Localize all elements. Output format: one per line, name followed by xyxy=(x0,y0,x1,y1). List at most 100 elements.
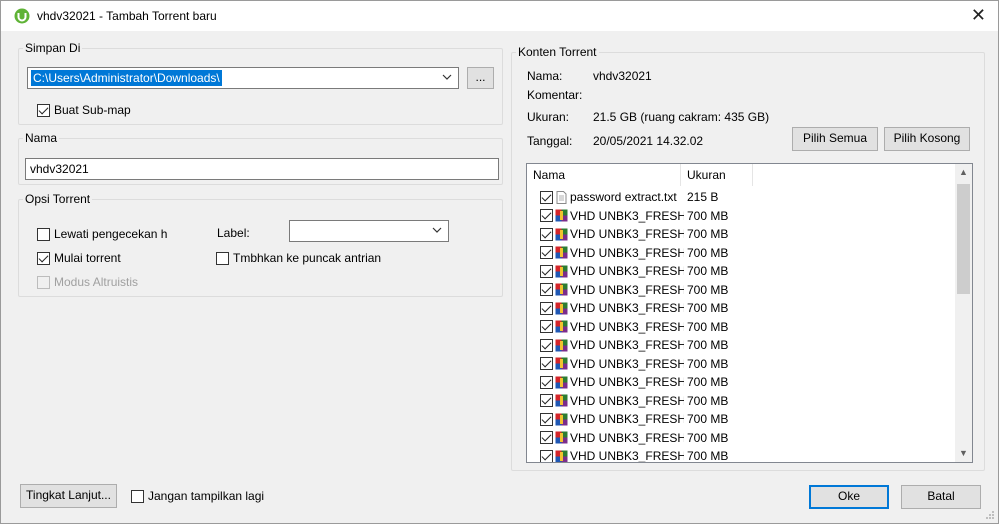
skip-hash-label: Lewati pengecekan h xyxy=(54,227,168,241)
scroll-up-icon[interactable]: ▲ xyxy=(955,164,972,181)
file-name: VHD UNBK3_FRESH.... xyxy=(570,208,684,223)
select-none-button[interactable]: Pilih Kosong xyxy=(884,127,970,151)
file-checkbox[interactable] xyxy=(540,301,553,315)
chevron-down-icon[interactable] xyxy=(442,72,452,82)
archive-file-icon xyxy=(555,394,568,407)
file-size: 700 MB xyxy=(687,449,729,463)
text-file-icon xyxy=(556,190,567,204)
top-queue-checkbox[interactable] xyxy=(216,251,229,265)
archive-file-icon xyxy=(555,357,568,370)
ok-button[interactable]: Oke xyxy=(809,485,889,509)
date-label: Tanggal: xyxy=(527,134,573,148)
title-bar: vhdv32021 - Tambah Torrent baru ✕ xyxy=(1,1,998,31)
column-header-name[interactable]: Nama xyxy=(527,164,681,186)
utorrent-logo-icon xyxy=(14,8,30,24)
cancel-button[interactable]: Batal xyxy=(901,485,981,509)
file-checkbox[interactable] xyxy=(540,227,553,241)
close-icon[interactable]: ✕ xyxy=(971,5,986,25)
file-checkbox[interactable] xyxy=(540,283,553,297)
file-checkbox[interactable] xyxy=(540,431,553,445)
dont-show-checkbox[interactable] xyxy=(131,489,144,503)
file-name: VHD UNBK3_FRESH.... xyxy=(570,319,684,334)
file-name: VHD UNBK3_FRESH.... xyxy=(570,393,684,408)
file-size: 700 MB xyxy=(687,245,729,260)
file-checkbox[interactable] xyxy=(540,338,553,352)
file-checkbox[interactable] xyxy=(540,246,553,260)
file-checkbox[interactable] xyxy=(540,190,553,204)
file-row[interactable]: VHD UNBK3_FRESH....700 MB xyxy=(527,355,955,374)
column-header-size[interactable]: Ukuran xyxy=(681,164,753,186)
file-checkbox[interactable] xyxy=(540,264,553,278)
start-torrent-option[interactable]: Mulai torrent xyxy=(37,250,121,266)
file-row[interactable]: VHD UNBK3_FRESH....700 MB xyxy=(527,225,955,244)
file-name: VHD UNBK3_FRESH.... xyxy=(570,264,684,279)
dont-show-option[interactable]: Jangan tampilkan lagi xyxy=(131,488,264,504)
file-checkbox[interactable] xyxy=(540,209,553,223)
archive-file-icon xyxy=(555,339,568,352)
top-queue-option[interactable]: Tmbhkan ke puncak antrian xyxy=(216,250,381,266)
subfolder-checkbox[interactable] xyxy=(37,103,50,117)
size-label: Ukuran: xyxy=(527,110,570,124)
file-row[interactable]: VHD UNBK3_FRESH....700 MB xyxy=(527,318,955,337)
archive-file-icon xyxy=(555,302,568,315)
resize-grip-icon[interactable] xyxy=(985,510,995,520)
archive-file-icon xyxy=(555,283,568,296)
window-title: vhdv32021 - Tambah Torrent baru xyxy=(37,9,217,23)
file-row[interactable]: VHD UNBK3_FRESH....700 MB xyxy=(527,262,955,281)
archive-file-icon xyxy=(555,228,568,241)
file-row[interactable]: VHD UNBK3_FRESH....700 MB xyxy=(527,299,955,318)
archive-file-icon xyxy=(555,209,568,222)
file-name: VHD UNBK3_FRESH.... xyxy=(570,430,684,445)
file-row[interactable]: password extract.txt 215 B xyxy=(527,188,955,207)
file-checkbox[interactable] xyxy=(540,394,553,408)
file-size: 700 MB xyxy=(687,208,729,223)
altruistic-checkbox xyxy=(37,275,50,289)
file-list[interactable]: Nama Ukuran password extract.txt 215 B VHD… xyxy=(526,163,973,463)
archive-file-icon xyxy=(555,413,568,426)
select-all-button[interactable]: Pilih Semua xyxy=(792,127,878,151)
archive-file-icon xyxy=(555,376,568,389)
scroll-thumb[interactable] xyxy=(957,184,970,294)
file-checkbox[interactable] xyxy=(540,449,553,462)
altruistic-label: Modus Altruistis xyxy=(54,275,139,289)
file-row[interactable]: VHD UNBK3_FRESH....700 MB xyxy=(527,244,955,263)
file-row[interactable]: VHD UNBK3_FRESH....700 MB xyxy=(527,336,955,355)
date-value: 20/05/2021 14.32.02 xyxy=(593,134,704,148)
skip-hash-checkbox[interactable] xyxy=(37,227,50,241)
name-legend: Nama xyxy=(25,131,58,145)
archive-file-icon xyxy=(555,246,568,259)
subfolder-option[interactable]: Buat Sub-map xyxy=(37,102,131,118)
size-value: 21.5 GB (ruang cakram: 435 GB) xyxy=(593,110,770,124)
file-size: 700 MB xyxy=(687,393,729,408)
file-size: 700 MB xyxy=(687,375,729,390)
file-checkbox[interactable] xyxy=(540,320,553,334)
torrent-name-field[interactable]: vhdv32021 xyxy=(25,158,499,180)
file-row[interactable]: VHD UNBK3_FRESH....700 MB xyxy=(527,410,955,429)
advanced-button[interactable]: Tingkat Lanjut... xyxy=(20,484,117,508)
save-path-combobox[interactable]: C:\Users\Administrator\Downloads\ xyxy=(27,67,459,89)
add-torrent-dialog: vhdv32021 - Tambah Torrent baru ✕ Simpan… xyxy=(0,0,999,524)
file-checkbox[interactable] xyxy=(540,357,553,371)
file-list-rows: password extract.txt 215 B VHD UNBK3_FRESH… xyxy=(527,188,955,463)
dont-show-label: Jangan tampilkan lagi xyxy=(148,489,265,503)
file-row[interactable]: VHD UNBK3_FRESH....700 MB xyxy=(527,392,955,411)
start-torrent-checkbox[interactable] xyxy=(37,251,50,265)
browse-button[interactable]: ... xyxy=(467,67,494,89)
file-row[interactable]: VHD UNBK3_FRESH....700 MB xyxy=(527,429,955,448)
file-row[interactable]: VHD UNBK3_FRESH....700 MB xyxy=(527,281,955,300)
chevron-down-icon[interactable] xyxy=(432,225,442,235)
file-checkbox[interactable] xyxy=(540,412,553,426)
file-size: 700 MB xyxy=(687,227,729,242)
file-list-header: Nama Ukuran xyxy=(527,164,955,186)
file-row[interactable]: VHD UNBK3_FRESH....700 MB xyxy=(527,207,955,226)
file-row[interactable]: VHD UNBK3_FRESH....700 MB xyxy=(527,447,955,463)
file-list-scrollbar[interactable]: ▲ ▼ xyxy=(955,164,972,462)
label-combobox[interactable] xyxy=(289,220,449,242)
skip-hash-option[interactable]: Lewati pengecekan h xyxy=(37,226,167,242)
top-queue-label: Tmbhkan ke puncak antrian xyxy=(233,251,382,265)
archive-file-icon xyxy=(555,450,568,462)
scroll-down-icon[interactable]: ▼ xyxy=(955,445,972,462)
file-checkbox[interactable] xyxy=(540,375,553,389)
file-row[interactable]: VHD UNBK3_FRESH....700 MB xyxy=(527,373,955,392)
file-size: 700 MB xyxy=(687,412,729,427)
